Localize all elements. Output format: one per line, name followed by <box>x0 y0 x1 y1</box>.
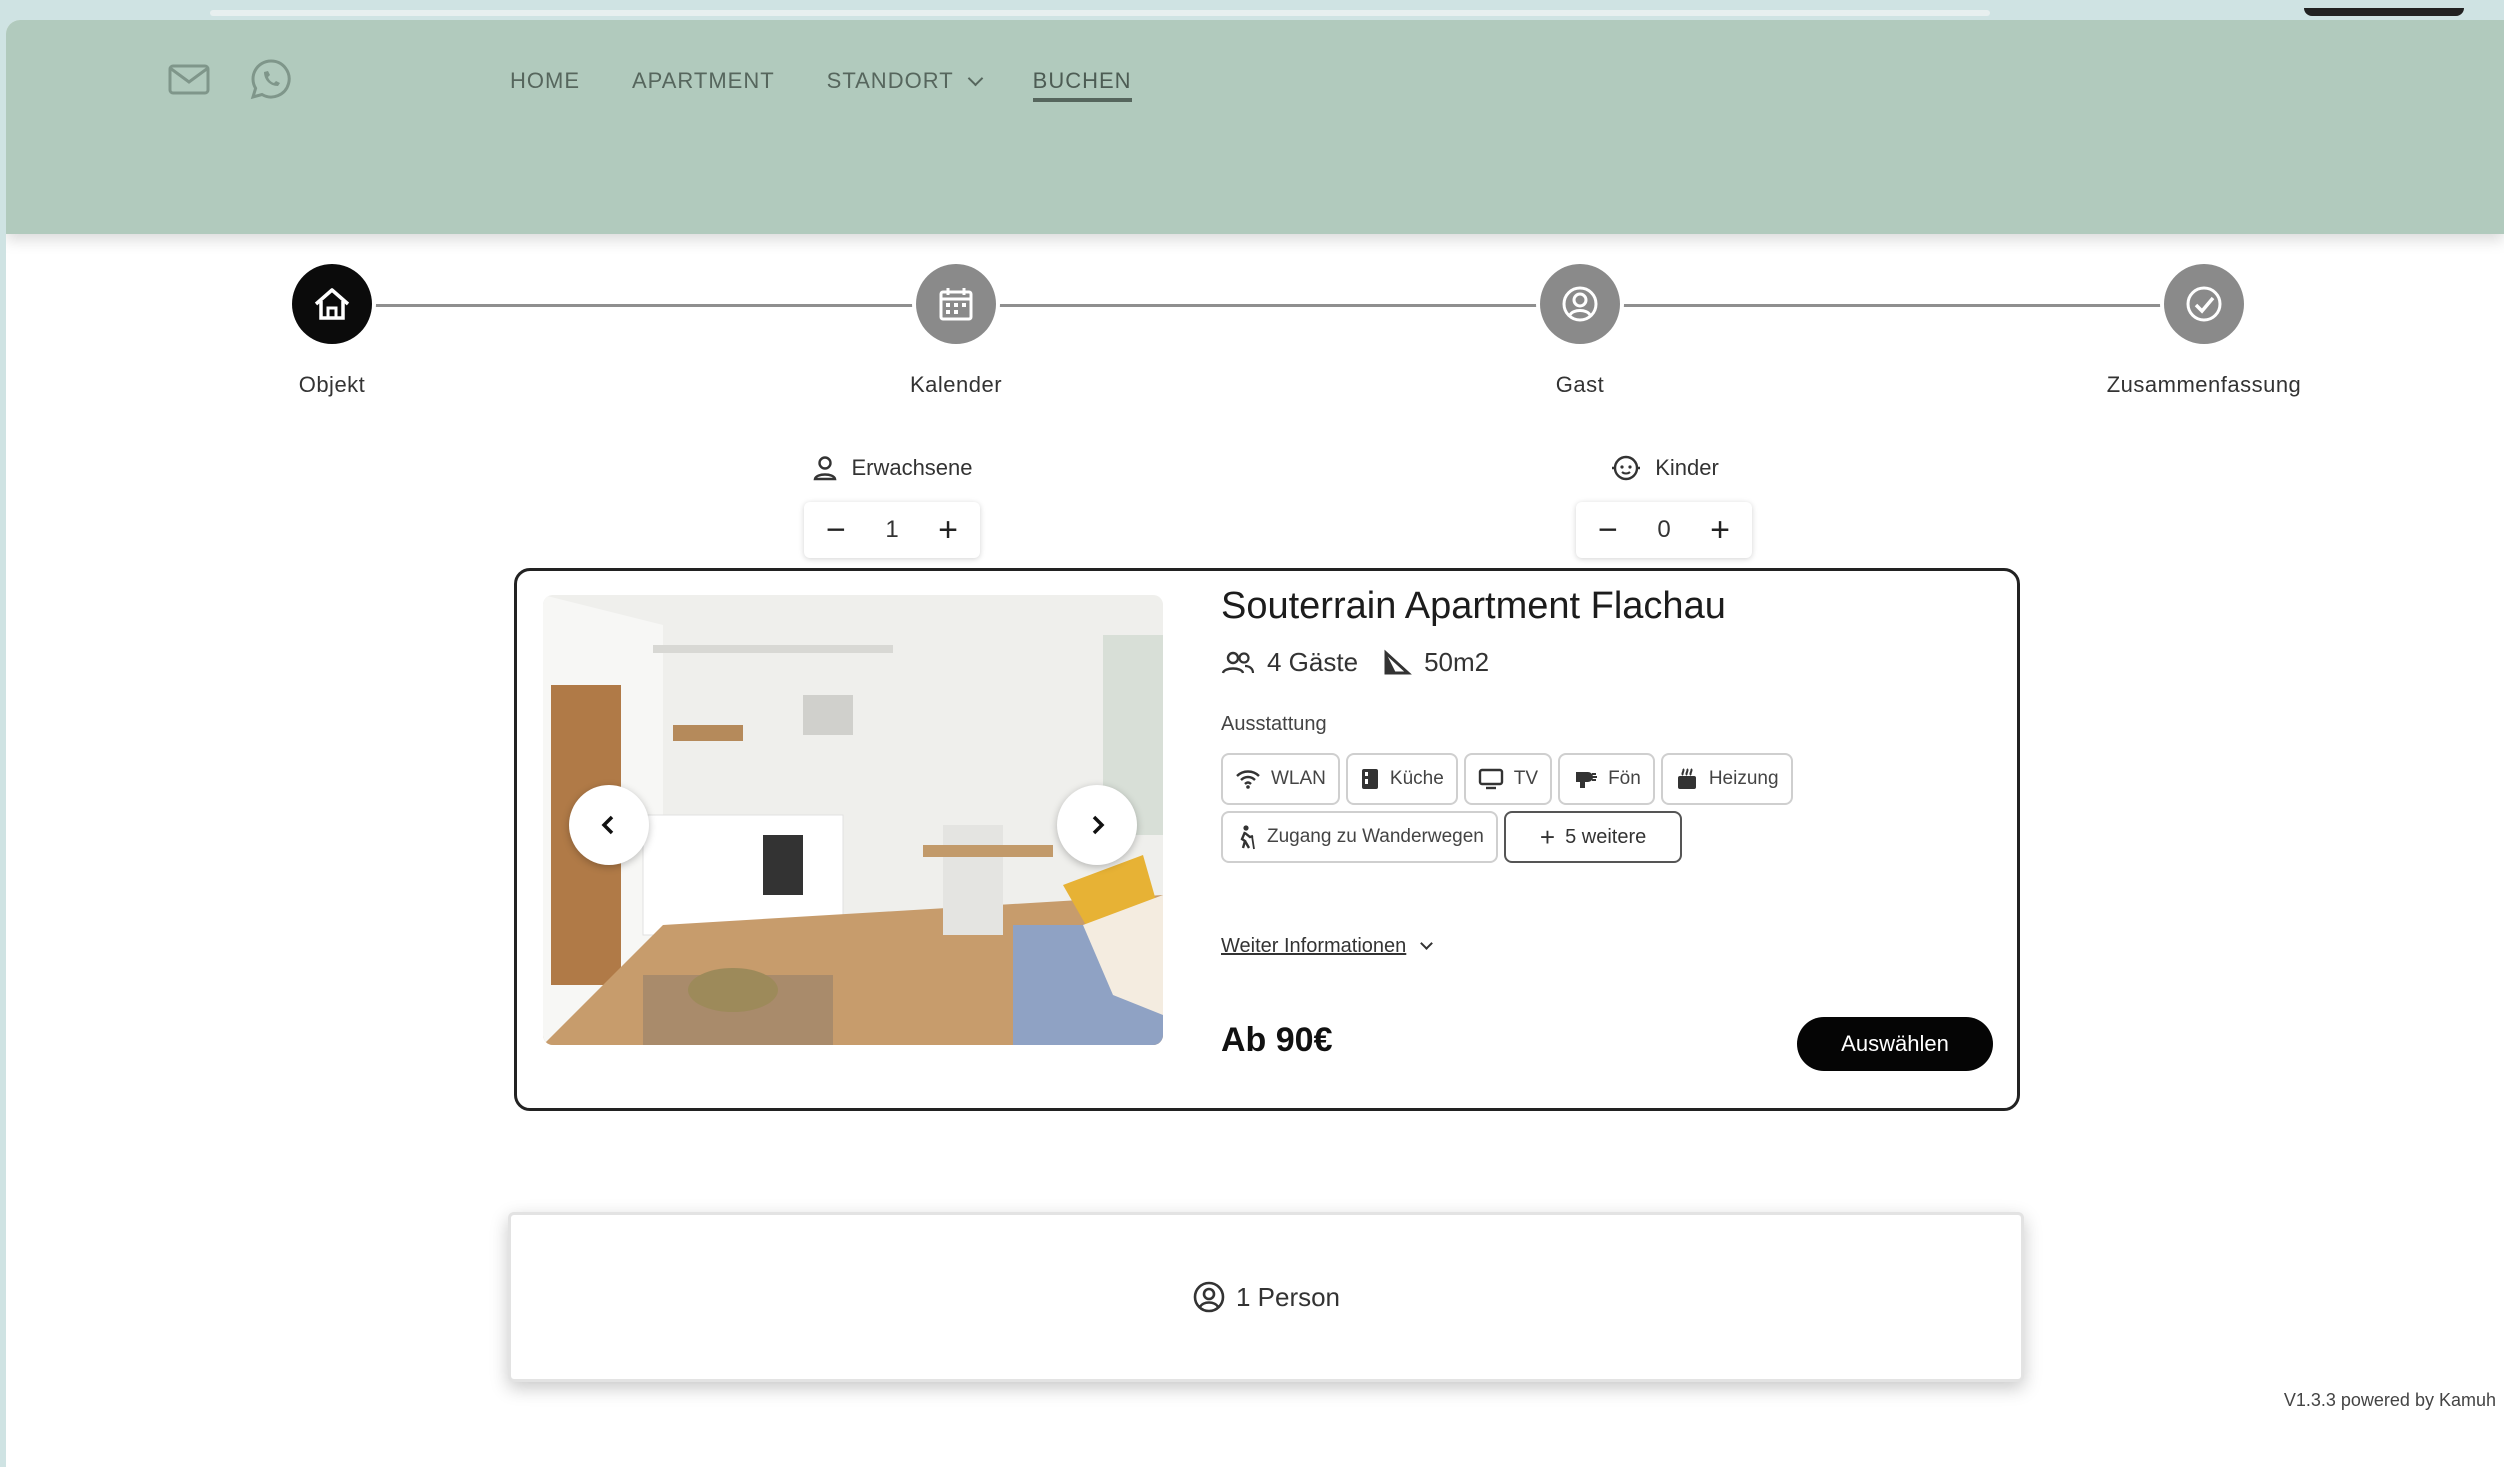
children-label: Kinder <box>1655 455 1719 480</box>
adults-counter: Erwachsene − 1 + <box>782 448 1002 558</box>
adults-value[interactable]: 1 <box>885 516 898 544</box>
children-plus-button[interactable]: + <box>1710 513 1730 547</box>
select-button[interactable]: Auswählen <box>1797 1017 1993 1071</box>
user-circle-icon <box>1193 1281 1225 1313</box>
home-icon <box>314 288 350 320</box>
guests-capacity: 4 Gäste <box>1267 647 1359 677</box>
tv-icon <box>1478 768 1503 790</box>
amenity-tv: TV <box>1463 753 1553 805</box>
amenity-label: WLAN <box>1271 768 1326 789</box>
browser-top-control <box>2304 8 2464 16</box>
children-counter: Kinder − 0 + <box>1554 448 1774 558</box>
listing-specs: 4 Gäste 50m2 <box>1221 647 1489 678</box>
step-label: Gast <box>1555 372 1605 397</box>
step-circle <box>2164 264 2244 344</box>
step-objekt[interactable]: Objekt <box>182 264 482 398</box>
nav-apartment[interactable]: APARTMENT <box>632 64 775 98</box>
carousel-next-button[interactable] <box>1057 785 1137 865</box>
step-gast[interactable]: Gast <box>1430 264 1730 398</box>
amenity-wanderwege: Zugang zu Wanderwegen <box>1221 811 1498 863</box>
amenity-label: TV <box>1513 768 1539 789</box>
amenity-wlan: WLAN <box>1221 753 1340 805</box>
version-label: V1.3.3 powered by Kamuh <box>2283 1390 2496 1410</box>
step-zusammenfassung[interactable]: Zusammenfassung <box>2054 264 2354 398</box>
nav-standort-label: STANDORT <box>826 68 954 93</box>
chevron-down-icon <box>967 70 983 86</box>
nav-home-label: HOME <box>510 68 580 93</box>
amenity-label: Zugang zu Wanderwegen <box>1267 826 1484 847</box>
step-circle <box>916 264 996 344</box>
nav-apartment-label: APARTMENT <box>632 68 775 93</box>
adults-minus-button[interactable]: − <box>826 513 846 547</box>
step-label: Kalender <box>909 372 1003 397</box>
whatsapp-icon[interactable] <box>248 56 294 102</box>
amenity-label: Küche <box>1389 768 1444 789</box>
listing-card: Souterrain Apartment Flachau 4 Gäste 50m… <box>514 568 2020 1111</box>
carousel-prev-button[interactable] <box>569 785 649 865</box>
kitchen-icon <box>1361 769 1378 789</box>
more-info-label: Weiter Informationen <box>1221 935 1407 957</box>
heater-icon <box>1677 768 1696 789</box>
check-circle-icon <box>2186 286 2222 322</box>
adults-label: Erwachsene <box>851 455 973 480</box>
chevron-left-icon <box>601 815 614 835</box>
user-circle-icon <box>1562 286 1598 322</box>
app-window: HOME APARTMENT STANDORT BUCHEN Objekt Ka… <box>6 20 2504 1467</box>
more-amenities-label: 5 weitere <box>1565 825 1647 848</box>
stepper-line <box>326 304 2206 307</box>
calendar-icon <box>939 288 973 321</box>
amenity-label: Fön <box>1608 768 1641 789</box>
apartment-photo <box>543 595 1163 1045</box>
listing-title: Souterrain Apartment Flachau <box>1221 585 1726 627</box>
guests-icon <box>1221 651 1255 674</box>
nav-buchen[interactable]: BUCHEN <box>1032 64 1132 102</box>
booking-summary-bar[interactable]: 1 Person <box>508 1212 2024 1382</box>
amenity-foen: Fön <box>1558 753 1655 805</box>
nav-standort[interactable]: STANDORT <box>826 64 983 98</box>
nav-home[interactable]: HOME <box>510 64 580 98</box>
amenity-kueche: Küche <box>1345 753 1458 805</box>
step-circle <box>292 264 372 344</box>
adults-label-row: Erwachsene <box>782 448 1002 488</box>
more-info-toggle[interactable]: Weiter Informationen <box>1221 935 1434 958</box>
children-value[interactable]: 0 <box>1657 516 1670 544</box>
summary-text: 1 Person <box>1235 1281 1341 1312</box>
person-icon <box>814 456 837 481</box>
amenities-list: WLAN Küche TV Fön Heizung Zugang zu Wand… <box>1221 753 1941 863</box>
price-label: Ab 90€ <box>1221 1021 1333 1059</box>
browser-top-strip <box>210 10 1990 16</box>
chevron-right-icon <box>1092 815 1105 835</box>
step-kalender[interactable]: Kalender <box>806 264 1106 398</box>
nav-buchen-label: BUCHEN <box>1032 68 1132 93</box>
step-label: Objekt <box>298 372 366 397</box>
more-amenities-button[interactable]: + 5 weitere <box>1503 811 1683 863</box>
apartment-size: 50m2 <box>1424 647 1490 677</box>
adults-stepper: − 1 + <box>804 502 980 558</box>
main-nav: HOME APARTMENT STANDORT BUCHEN <box>510 64 1184 102</box>
step-label: Zusammenfassung <box>2106 372 2302 397</box>
hiking-icon <box>1240 825 1255 850</box>
hairdryer-icon <box>1576 772 1598 788</box>
chevron-down-icon <box>1420 937 1434 950</box>
step-circle <box>1540 264 1620 344</box>
children-stepper: − 0 + <box>1576 502 1752 558</box>
site-header: HOME APARTMENT STANDORT BUCHEN <box>6 20 2504 234</box>
children-minus-button[interactable]: − <box>1598 513 1618 547</box>
amenities-label: Ausstattung <box>1221 713 1327 735</box>
adults-plus-button[interactable]: + <box>938 513 958 547</box>
area-ruler-icon <box>1384 649 1412 674</box>
amenity-heizung: Heizung <box>1660 753 1793 805</box>
wifi-icon <box>1236 770 1260 789</box>
child-face-icon <box>1612 455 1641 481</box>
mail-icon[interactable] <box>166 56 212 102</box>
plus-icon: + <box>1539 821 1556 852</box>
amenity-label: Heizung <box>1708 768 1779 789</box>
children-label-row: Kinder <box>1554 448 1774 488</box>
